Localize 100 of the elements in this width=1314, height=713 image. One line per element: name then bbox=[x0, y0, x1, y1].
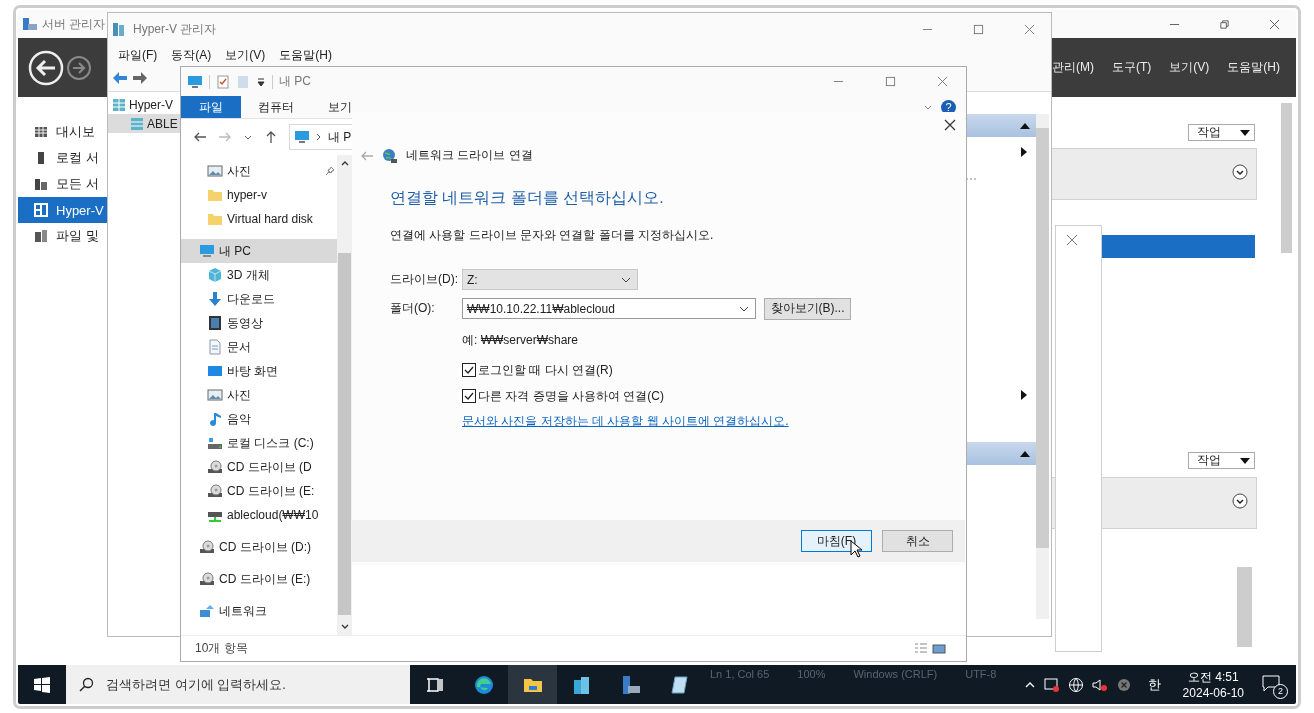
ribbon-tab[interactable]: 보기 bbox=[311, 96, 369, 118]
nav-item[interactable]: 3D 개체 bbox=[181, 263, 337, 287]
cd-drive-icon bbox=[207, 459, 223, 475]
nav-item[interactable]: 파일 및 bbox=[18, 223, 107, 249]
cd-drive-icon bbox=[199, 571, 215, 587]
scrollbar[interactable] bbox=[1237, 567, 1252, 647]
speaker-muted-icon[interactable] bbox=[1091, 676, 1108, 693]
status-text: UTF-8 bbox=[965, 668, 997, 680]
field-label: 드라이브(D): bbox=[390, 271, 459, 288]
nav-item[interactable]: CD 드라이브 (E:) bbox=[181, 567, 337, 591]
clock[interactable]: 오전 4:51 2024-06-10 bbox=[1182, 668, 1244, 701]
back-icon[interactable] bbox=[28, 49, 64, 86]
expand-icon[interactable] bbox=[1232, 164, 1248, 180]
close-icon[interactable] bbox=[944, 119, 956, 131]
menu-item[interactable]: 도움말(H) bbox=[1227, 59, 1280, 76]
menu-item[interactable]: 도구(T) bbox=[1112, 59, 1152, 76]
nav-item[interactable]: 문서 bbox=[181, 335, 337, 359]
error-icon[interactable] bbox=[1115, 676, 1132, 693]
nav-item[interactable]: 대시보 bbox=[18, 119, 107, 145]
forward-arrow-icon[interactable] bbox=[132, 70, 148, 86]
screen-icon bbox=[207, 363, 223, 379]
status-text: Windows (CRLF) bbox=[853, 668, 938, 680]
cube-icon bbox=[207, 267, 223, 283]
monitor-alert-icon[interactable] bbox=[1043, 676, 1060, 693]
nav-item[interactable]: 내 PC bbox=[181, 239, 337, 263]
checkbox[interactable] bbox=[462, 389, 476, 403]
globe-icon[interactable] bbox=[1067, 676, 1084, 693]
tree-item[interactable]: Hyper-V bbox=[108, 95, 181, 114]
checkbox[interactable] bbox=[462, 363, 476, 377]
nav-item[interactable]: 사진 bbox=[181, 159, 337, 183]
menu-item[interactable]: 관리(M) bbox=[1052, 59, 1094, 76]
nav-item[interactable]: 네트워크 bbox=[181, 599, 337, 623]
nav-item[interactable]: CD 드라이브 (D:) bbox=[181, 535, 337, 559]
nav-item[interactable]: Hyper-V bbox=[18, 197, 107, 223]
servers-icon bbox=[34, 177, 48, 191]
submenu-arrow-icon bbox=[1021, 147, 1027, 157]
network-icon bbox=[199, 603, 215, 619]
menu-item[interactable]: 도움말(H) bbox=[279, 46, 332, 64]
checklist-icon[interactable] bbox=[216, 74, 230, 89]
nav-item[interactable]: Virtual hard disk bbox=[181, 207, 337, 231]
window-title: Hyper-V 관리자 bbox=[133, 20, 217, 38]
up-arrow-icon[interactable] bbox=[264, 130, 278, 144]
nav-item[interactable]: 로컬 디스크 (C:) bbox=[181, 431, 337, 455]
nav-item[interactable]: ablecloud(₩₩10 bbox=[181, 503, 337, 527]
windows-logo-icon[interactable] bbox=[34, 676, 50, 693]
drive-dropdown[interactable]: Z: bbox=[462, 269, 638, 290]
nav-item[interactable]: CD 드라이브 (E: bbox=[181, 479, 337, 503]
nav-item[interactable]: 바탕 화면 bbox=[181, 359, 337, 383]
search-field[interactable]: 검색하려면 여기에 입력하세요. bbox=[66, 665, 410, 704]
cd-drive-icon bbox=[207, 483, 223, 499]
scroll-down-icon[interactable] bbox=[340, 623, 349, 631]
nav-item[interactable]: CD 드라이브 (D bbox=[181, 455, 337, 479]
monitor-icon bbox=[199, 243, 215, 259]
nav-item[interactable]: 동영상 bbox=[181, 311, 337, 335]
grid-icon bbox=[34, 125, 48, 139]
expand-icon[interactable] bbox=[1232, 493, 1248, 509]
close-icon[interactable] bbox=[1269, 18, 1280, 30]
file-server-icon bbox=[34, 229, 48, 243]
nav-item[interactable]: 다운로드 bbox=[181, 287, 337, 311]
back-arrow-icon[interactable] bbox=[193, 130, 207, 144]
tiles-view-icon[interactable] bbox=[932, 641, 946, 656]
link[interactable]: 문서와 사진을 저장하는 데 사용할 웹 사이트에 연결하십시오. bbox=[462, 413, 789, 430]
scrollbar[interactable] bbox=[337, 155, 352, 635]
ribbon-tab[interactable]: 파일 bbox=[181, 96, 241, 118]
notification-button[interactable]: 2 bbox=[1262, 672, 1286, 697]
dialog-button[interactable]: 취소 bbox=[882, 530, 953, 552]
message-icon bbox=[1262, 673, 1280, 692]
dialog-button[interactable]: 마침(F) bbox=[801, 530, 872, 552]
menu-item[interactable]: 보기(V) bbox=[1169, 59, 1210, 76]
checkbox-label[interactable]: 로그인할 때 다시 연결(R) bbox=[478, 361, 613, 379]
tasks-dropdown[interactable]: 작업 bbox=[1188, 124, 1255, 141]
scrollbar[interactable] bbox=[1036, 114, 1049, 619]
monitor-icon[interactable] bbox=[187, 73, 203, 90]
ribbon-tab[interactable]: 컴퓨터 bbox=[241, 96, 311, 118]
scroll-up-icon[interactable] bbox=[340, 159, 349, 167]
maximize-icon[interactable] bbox=[885, 76, 896, 87]
back-arrow-icon[interactable] bbox=[112, 70, 128, 86]
field-label: 폴더(O): bbox=[390, 300, 436, 317]
maximize-icon[interactable] bbox=[973, 23, 984, 35]
tree-item[interactable]: ABLE bbox=[108, 114, 181, 133]
menu-item[interactable]: 파일(F) bbox=[118, 46, 158, 64]
nav-item[interactable]: 모든 서 bbox=[18, 171, 107, 197]
checkbox-label[interactable]: 다른 자격 증명을 사용하여 연결(C) bbox=[478, 387, 664, 405]
nav-item[interactable]: 음악 bbox=[181, 407, 337, 431]
menu-item[interactable]: 동작(A) bbox=[171, 46, 212, 64]
nav-item[interactable]: hyper-v bbox=[181, 183, 337, 207]
nav-item[interactable]: 로컬 서 bbox=[18, 145, 107, 171]
browse-button[interactable]: 찾아보기(B)... bbox=[764, 297, 851, 320]
dropdown-icon[interactable] bbox=[256, 76, 266, 87]
restore-icon[interactable] bbox=[1219, 18, 1230, 30]
menu-item[interactable]: 보기(V) bbox=[225, 46, 266, 64]
tasks-dropdown[interactable]: 작업 bbox=[1188, 452, 1255, 469]
pin-icon[interactable] bbox=[325, 166, 335, 176]
folder-combobox[interactable]: ₩₩10.10.22.11₩ablecloud bbox=[462, 298, 756, 319]
input-method-indicator[interactable]: 한 bbox=[1147, 675, 1161, 694]
taskbar-button[interactable] bbox=[508, 665, 557, 704]
scrollbar[interactable] bbox=[1281, 103, 1292, 253]
notepad-icon bbox=[668, 673, 691, 696]
forward-icon[interactable] bbox=[66, 54, 92, 81]
nav-item[interactable]: 사진 bbox=[181, 383, 337, 407]
